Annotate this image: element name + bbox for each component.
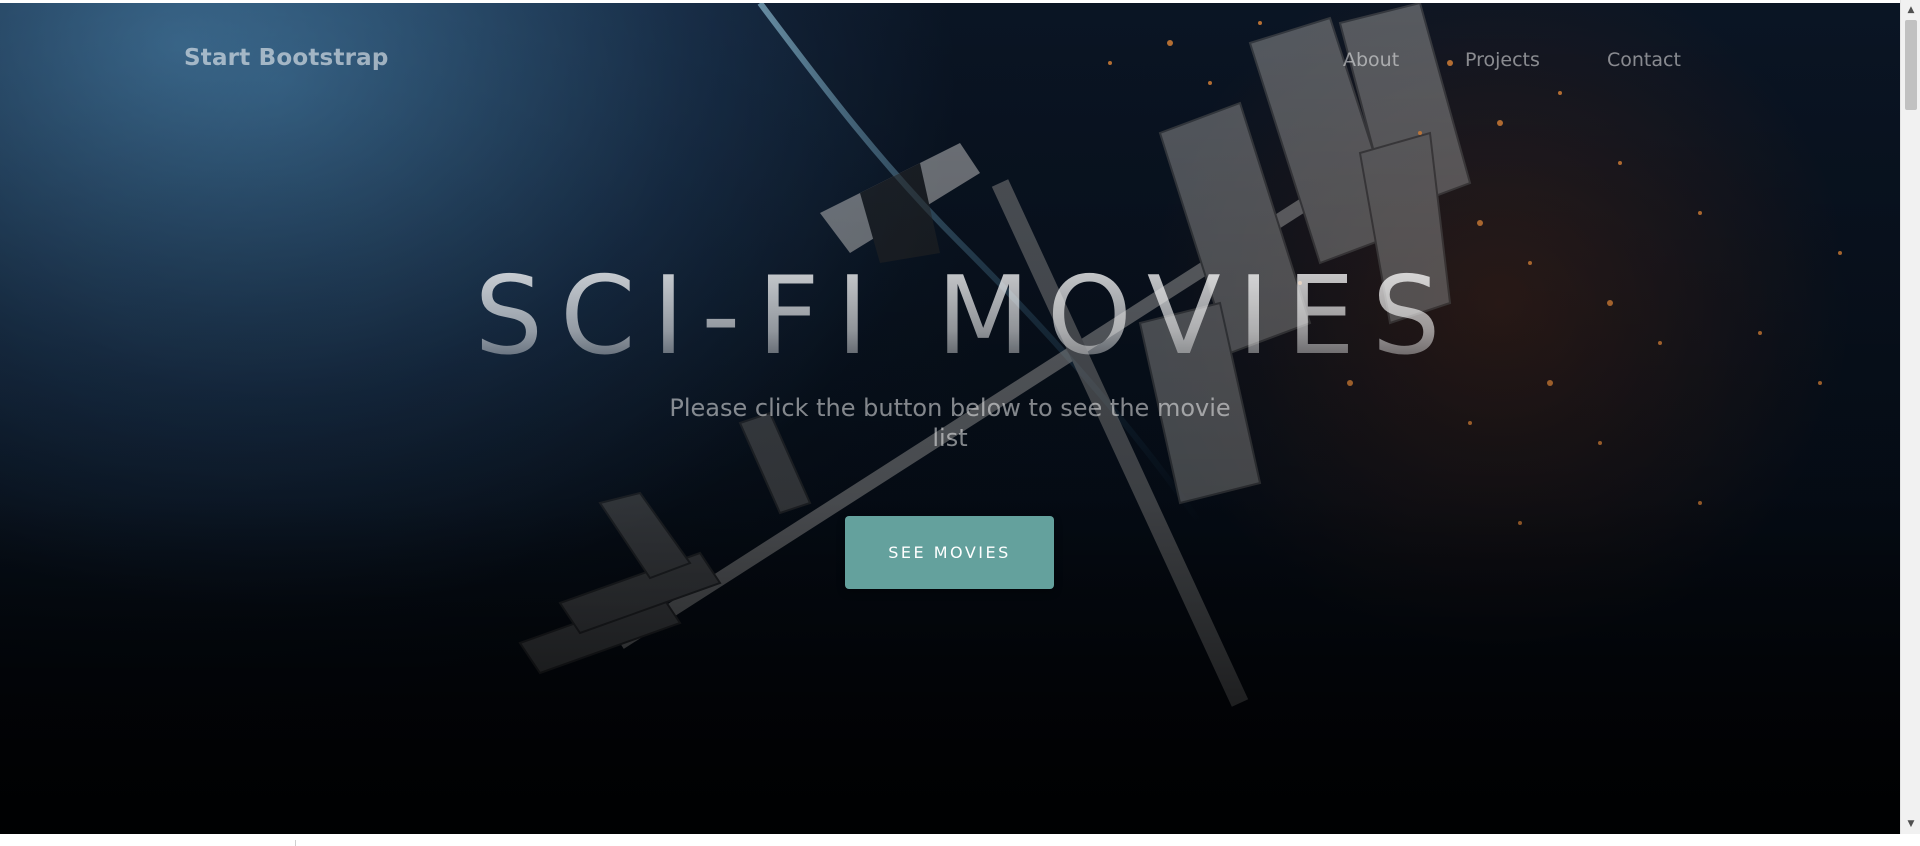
masthead: Start Bootstrap About Projects Contact S… [0,3,1900,834]
navbar: Start Bootstrap About Projects Contact [0,3,1900,113]
navbar-brand[interactable]: Start Bootstrap [184,45,389,71]
nav-link-contact[interactable]: Contact [1607,49,1681,71]
browser-viewport: Start Bootstrap About Projects Contact S… [0,0,1900,834]
see-movies-button[interactable]: SEE MOVIES [845,516,1054,589]
vertical-scrollbar[interactable]: ▲ ▼ [1900,0,1920,834]
scroll-down-arrow-icon[interactable]: ▼ [1901,816,1920,832]
bottom-divider-tick [295,840,296,846]
nav-link-projects[interactable]: Projects [1465,49,1540,71]
nav-link-about[interactable]: About [1343,49,1399,71]
scrollbar-thumb[interactable] [1905,20,1917,110]
page-bottom-edge [0,834,1920,846]
page-title: SCI-FI MOVIES [0,247,1900,387]
scroll-up-arrow-icon[interactable]: ▲ [1901,2,1920,18]
hero-subtitle: Please click the button below to see the… [669,394,1231,452]
